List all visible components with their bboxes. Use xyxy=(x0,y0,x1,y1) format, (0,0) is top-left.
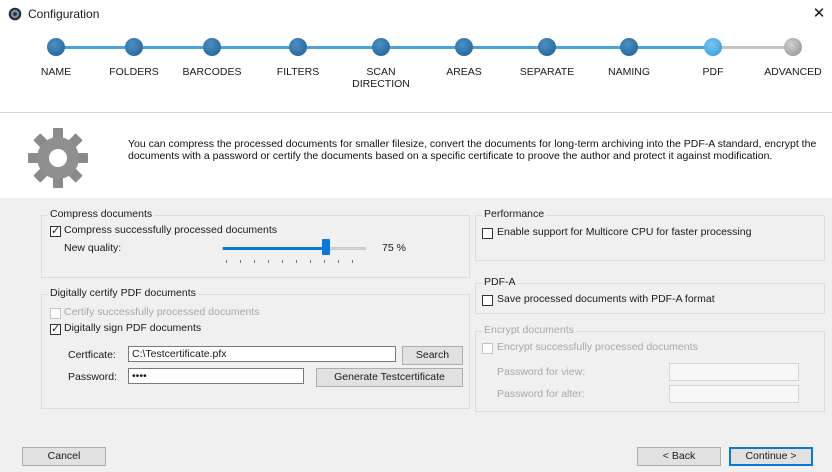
slider-tick xyxy=(282,260,283,263)
quality-value: 75 % xyxy=(382,242,406,254)
view-password-label: Password for view: xyxy=(497,366,586,378)
step-label-separate: SEPARATE xyxy=(519,66,575,78)
step-label-filters: FILTERS xyxy=(276,66,320,78)
wizard-stepper: NAME FOLDERS BARCODES FILTERS SCAN DIREC… xyxy=(0,28,832,110)
step-dot-naming[interactable] xyxy=(620,38,638,56)
step-label-advanced: ADVANCED xyxy=(764,66,822,78)
step-dot-filters[interactable] xyxy=(289,38,307,56)
gear-icon xyxy=(28,128,88,188)
step-label-folders: FOLDERS xyxy=(109,66,159,78)
step-dot-separate[interactable] xyxy=(538,38,556,56)
step-label-scan-line1: SCAN xyxy=(366,66,396,78)
encrypt-checkbox-label[interactable]: Encrypt successfully processed documents xyxy=(497,341,698,353)
sign-checkbox-label[interactable]: Digitally sign PDF documents xyxy=(64,322,201,334)
app-gear-icon xyxy=(8,7,22,21)
pdfa-group: PDF-A Save processed documents with PDF-… xyxy=(475,276,825,314)
quality-label: New quality: xyxy=(64,242,122,254)
slider-tick xyxy=(240,260,241,263)
quality-slider-fill xyxy=(223,247,330,250)
slider-tick xyxy=(324,260,325,263)
compress-checkbox-label[interactable]: Compress successfully processed document… xyxy=(64,224,277,236)
header-divider xyxy=(0,112,832,113)
certificate-field[interactable]: C:\Testcertificate.pfx xyxy=(128,346,396,362)
pdfa-group-title: PDF-A xyxy=(482,276,518,288)
password-label: Password: xyxy=(68,371,118,383)
step-label-name: NAME xyxy=(40,66,72,78)
step-dot-folders[interactable] xyxy=(125,38,143,56)
page-description: You can compress the processed documents… xyxy=(128,138,817,162)
certify-group-title: Digitally certify PDF documents xyxy=(48,287,198,299)
slider-tick xyxy=(352,260,353,263)
step-dot-areas[interactable] xyxy=(455,38,473,56)
step-label-areas: AREAS xyxy=(446,66,482,78)
step-connector-pending xyxy=(713,46,793,49)
multicore-checkbox-label[interactable]: Enable support for Multicore CPU for fas… xyxy=(497,226,751,238)
slider-tick xyxy=(310,260,311,263)
generate-certificate-button[interactable]: Generate Testcertificate xyxy=(316,368,463,387)
slider-tick xyxy=(296,260,297,263)
slider-tick xyxy=(268,260,269,263)
certificate-label: Certficate: xyxy=(68,349,116,361)
slider-tick xyxy=(226,260,227,263)
encrypt-checkbox[interactable] xyxy=(482,343,493,354)
compress-group: Compress documents ✓ Compress successful… xyxy=(41,208,470,278)
step-dot-scan-direction[interactable] xyxy=(372,38,390,56)
pdfa-checkbox-label[interactable]: Save processed documents with PDF-A form… xyxy=(497,293,715,305)
view-password-field[interactable] xyxy=(669,363,799,381)
encrypt-group-title: Encrypt documents xyxy=(482,324,576,336)
certify-checkbox[interactable] xyxy=(50,308,61,319)
window-title: Configuration xyxy=(28,7,100,21)
alter-password-field[interactable] xyxy=(669,385,799,403)
step-dot-advanced[interactable] xyxy=(784,38,802,56)
step-label-naming: NAMING xyxy=(608,66,650,78)
certify-checkbox-label[interactable]: Certify successfully processed documents xyxy=(64,306,260,318)
step-dot-name[interactable] xyxy=(47,38,65,56)
step-label-barcodes: BARCODES xyxy=(182,66,242,78)
pdfa-checkbox[interactable] xyxy=(482,295,493,306)
check-mark-icon: ✓ xyxy=(51,322,61,335)
certify-group: Digitally certify PDF documents Certify … xyxy=(41,287,470,409)
step-label-scan-direction: SCAN DIRECTION xyxy=(341,66,421,90)
alter-password-label: Password for alter: xyxy=(497,388,585,400)
close-icon[interactable]: ✕ xyxy=(810,4,828,22)
performance-group: Performance Enable support for Multicore… xyxy=(475,208,825,261)
sign-checkbox[interactable]: ✓ xyxy=(50,322,61,335)
back-button[interactable]: < Back xyxy=(637,447,721,466)
multicore-checkbox[interactable] xyxy=(482,228,493,239)
step-label-scan-line2: DIRECTION xyxy=(352,78,410,90)
footer-bar: Cancel < Back Continue > xyxy=(0,430,832,472)
step-dot-pdf[interactable] xyxy=(704,38,722,56)
password-field[interactable]: •••• xyxy=(128,368,304,384)
compress-checkbox[interactable]: ✓ xyxy=(50,224,61,237)
slider-tick xyxy=(254,260,255,263)
continue-button[interactable]: Continue > xyxy=(729,447,813,466)
quality-slider-thumb[interactable] xyxy=(322,239,330,255)
quality-slider-track[interactable] xyxy=(222,247,366,250)
settings-panel: Compress documents ✓ Compress successful… xyxy=(0,198,832,430)
slider-tick xyxy=(338,260,339,263)
encrypt-group: Encrypt documents Encrypt successfully p… xyxy=(475,324,825,412)
compress-group-title: Compress documents xyxy=(48,208,155,220)
cancel-button[interactable]: Cancel xyxy=(22,447,106,466)
step-label-pdf: PDF xyxy=(702,66,724,78)
performance-group-title: Performance xyxy=(482,208,547,220)
step-dot-barcodes[interactable] xyxy=(203,38,221,56)
check-mark-icon: ✓ xyxy=(51,224,61,237)
title-bar: Configuration ✕ xyxy=(0,0,832,28)
search-button[interactable]: Search xyxy=(402,346,463,365)
